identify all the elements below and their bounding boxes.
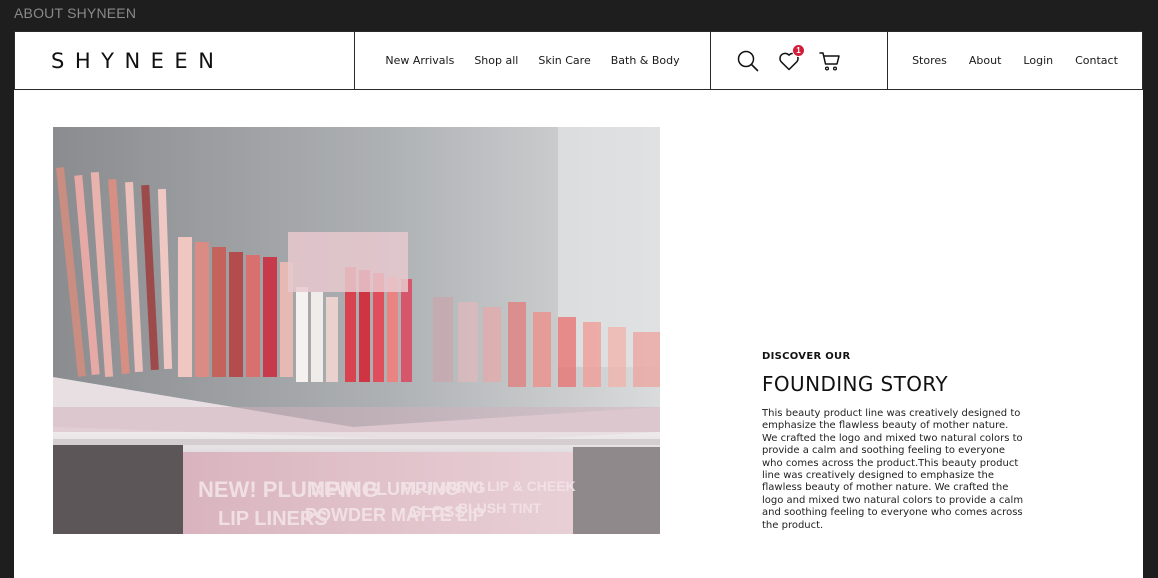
nav-skin-care[interactable]: Skin Care (538, 54, 590, 67)
shelf-sign-8: BLUSH TINT (458, 500, 542, 516)
logo-cell: SHYNEEN (15, 32, 355, 89)
nav-about[interactable]: About (969, 54, 1002, 67)
header-icons: 1 (711, 32, 888, 89)
utility-nav: Stores About Login Contact (888, 32, 1142, 89)
about-page: SHYNEEN New Arrivals Shop all Skin Care … (14, 31, 1143, 578)
shelf-sign-7: NEW! LIP & CHEEK (446, 478, 576, 494)
nav-login[interactable]: Login (1023, 54, 1053, 67)
nav-stores[interactable]: Stores (912, 54, 947, 67)
frame-label: ABOUT SHYNEEN (14, 5, 137, 21)
cart-icon[interactable] (818, 49, 842, 73)
shelf-sign-6: GLOSS (409, 504, 465, 521)
nav-bath-body[interactable]: Bath & Body (611, 54, 680, 67)
hero-store-photo: NEW! PLUMPING LIP LINERS NEW! PLUMPING P… (53, 127, 660, 534)
story-body-text: This beauty product line was creatively … (762, 408, 1024, 531)
brand-logo[interactable]: SHYNEEN (51, 49, 224, 73)
main-nav: New Arrivals Shop all Skin Care Bath & B… (355, 32, 711, 89)
search-icon[interactable] (736, 49, 760, 73)
heart-icon[interactable]: 1 (777, 43, 805, 73)
section-eyebrow: DISCOVER OUR (762, 351, 851, 362)
nav-new-arrivals[interactable]: New Arrivals (385, 54, 454, 67)
nav-contact[interactable]: Contact (1075, 54, 1118, 67)
founding-story-section: DISCOVER OUR FOUNDING STORY This beauty … (762, 351, 1024, 532)
wishlist-count-badge: 1 (792, 43, 805, 57)
nav-shop-all[interactable]: Shop all (474, 54, 518, 67)
section-title: FOUNDING STORY (762, 372, 949, 396)
site-header: SHYNEEN New Arrivals Shop all Skin Care … (14, 31, 1143, 90)
